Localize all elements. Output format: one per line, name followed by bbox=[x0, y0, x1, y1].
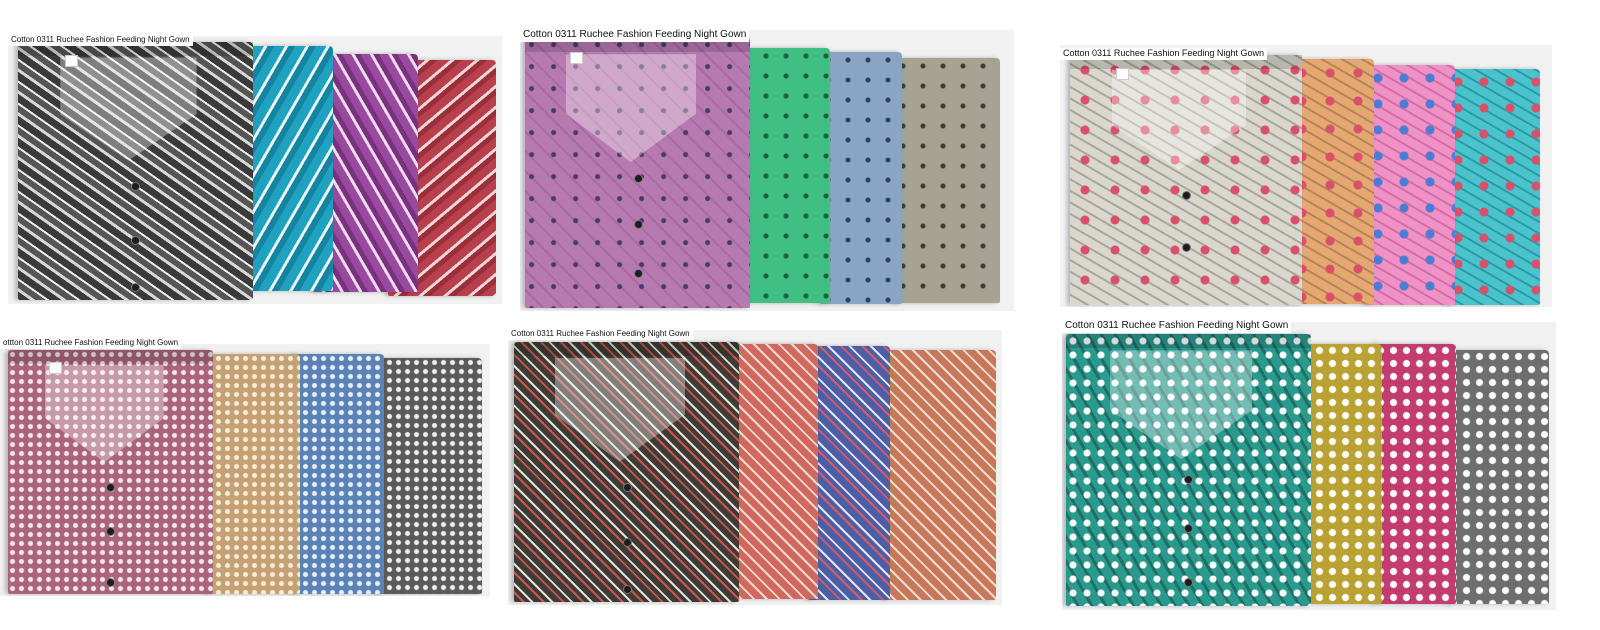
product-caption-1: Cotton 0311 Ruchee Fashion Feeding Night… bbox=[8, 35, 193, 46]
gown-4 bbox=[1447, 350, 1549, 604]
gown-2 bbox=[205, 354, 300, 594]
gown-1 bbox=[18, 42, 253, 300]
gown-4 bbox=[376, 358, 482, 594]
gown-4 bbox=[1445, 69, 1540, 305]
product-caption-2: Cotton 0311 Ruchee Fashion Feeding Night… bbox=[520, 29, 750, 42]
product-caption-5: Cotton 0311 Ruchee Fashion Feeding Night… bbox=[508, 329, 693, 340]
product-photo-5 bbox=[508, 330, 1002, 605]
product-photo-2 bbox=[520, 30, 1014, 311]
gown-1 bbox=[525, 38, 750, 308]
gown-4 bbox=[895, 58, 1000, 303]
product-photo-4 bbox=[0, 344, 490, 596]
product-caption-3: Cotton 0311 Ruchee Fashion Feeding Night… bbox=[1060, 48, 1267, 60]
product-caption-4: ottton 0311 Ruchee Fashion Feeding Night… bbox=[0, 338, 182, 349]
gown-4 bbox=[884, 350, 996, 600]
gown-2 bbox=[730, 344, 818, 599]
gown-3 bbox=[292, 354, 384, 594]
product-photo-3 bbox=[1060, 45, 1552, 307]
gown-3 bbox=[808, 346, 890, 600]
gown-2 bbox=[738, 48, 830, 303]
gown-3 bbox=[820, 52, 902, 304]
gown-1 bbox=[8, 350, 213, 594]
product-caption-6: Cotton 0311 Ruchee Fashion Feeding Night… bbox=[1062, 320, 1292, 333]
gown-3 bbox=[1365, 65, 1455, 305]
gown-1 bbox=[1066, 334, 1311, 606]
gown-2 bbox=[1300, 344, 1382, 604]
product-photo-6 bbox=[1062, 322, 1556, 610]
gown-1 bbox=[514, 342, 739, 602]
product-photo-1 bbox=[8, 36, 502, 304]
gown-3 bbox=[1374, 344, 1456, 604]
gown-1 bbox=[1070, 55, 1302, 305]
